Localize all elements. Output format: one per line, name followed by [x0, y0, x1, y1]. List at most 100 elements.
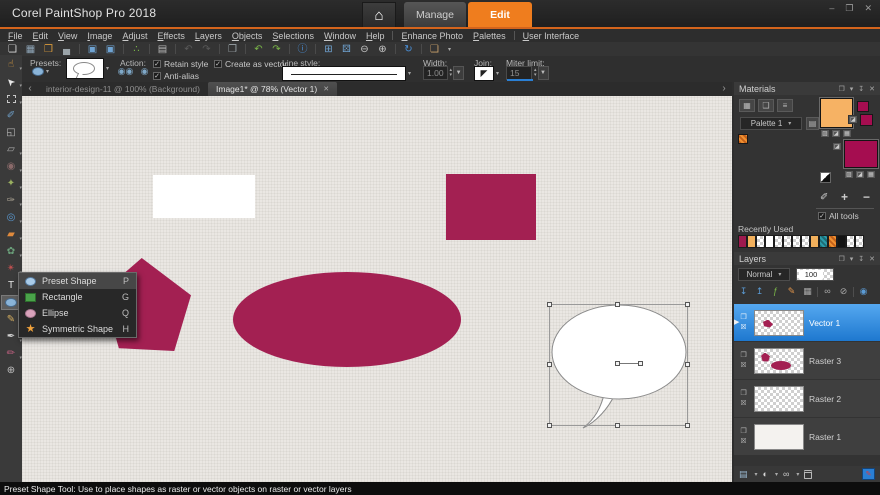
- hsl-map-view-icon[interactable]: ❑: [758, 99, 774, 112]
- menu-image[interactable]: Image: [82, 31, 117, 41]
- panel-menu-icon[interactable]: ▾: [850, 85, 854, 93]
- menu-selections[interactable]: Selections: [267, 31, 319, 41]
- new-layer-icon[interactable]: ▤: [739, 467, 748, 481]
- spinner-arrows-icon[interactable]: ▴▾: [534, 68, 537, 78]
- menu-item-preset-shape[interactable]: Preset Shape P: [19, 273, 136, 289]
- print-icon[interactable]: ▤: [156, 43, 169, 56]
- blend-mode-dropdown[interactable]: Normal ▾: [738, 268, 790, 281]
- texture-swatch[interactable]: [738, 134, 748, 144]
- fill-mini-swatch[interactable]: [860, 114, 873, 126]
- color-swatch[interactable]: [819, 235, 828, 248]
- new-layer-group-icon[interactable]: ƒ: [769, 285, 782, 298]
- stroke-mini-swatch[interactable]: [857, 101, 869, 112]
- close-icon[interactable]: ✕: [323, 85, 329, 93]
- layer-thumbnail[interactable]: [754, 424, 804, 450]
- pivot-handle[interactable]: [615, 361, 620, 366]
- all-tools-checkbox[interactable]: ✓ All tools: [818, 211, 859, 221]
- new-adjustment-layer-icon[interactable]: ◐: [763, 467, 768, 481]
- materials-panel-header[interactable]: Materials ❐ ▾ ↧ ✕: [734, 82, 880, 95]
- selection-handle[interactable]: [685, 302, 690, 307]
- delete-layer-icon[interactable]: [804, 470, 812, 479]
- selection-tool[interactable]: ▾: [1, 91, 21, 106]
- tab-scroll-left-icon[interactable]: ‹: [22, 82, 38, 96]
- presets-dropdown[interactable]: ▾: [32, 67, 49, 76]
- background-color-swatch[interactable]: [844, 140, 878, 168]
- color-swatch[interactable]: [828, 235, 837, 248]
- binoculars-icon[interactable]: ◉◉: [118, 66, 133, 77]
- copy-special-icon[interactable]: ❏: [428, 43, 441, 56]
- save-icon[interactable]: ▣: [86, 43, 99, 56]
- layer-thumbnail[interactable]: [754, 310, 804, 336]
- screen-capture-icon[interactable]: ❐: [226, 43, 239, 56]
- dropper-tool[interactable]: ✐: [1, 108, 21, 123]
- dropper-icon[interactable]: ✐: [820, 192, 828, 203]
- fg-color-button[interactable]: ▨: [820, 129, 830, 138]
- random-parameters-icon[interactable]: ⚄: [340, 43, 353, 56]
- clone-tool[interactable]: ✑▾: [1, 193, 21, 208]
- float-panel-icon[interactable]: ❐: [838, 85, 844, 93]
- new-mask-icon[interactable]: ∞: [783, 467, 789, 481]
- color-swatch[interactable]: [756, 235, 765, 248]
- miter-limit-spinner[interactable]: 15 ▴▾ ▼: [506, 66, 549, 80]
- link-toggle-icon[interactable]: ☒: [738, 400, 749, 407]
- zoom-in-icon[interactable]: ⊕: [376, 43, 389, 56]
- selection-handle[interactable]: [547, 423, 552, 428]
- home-button[interactable]: ⌂: [362, 2, 396, 27]
- menu-file[interactable]: File: [3, 31, 28, 41]
- color-swatch[interactable]: [792, 235, 801, 248]
- selection-handle[interactable]: [615, 423, 620, 428]
- sliders-view-icon[interactable]: ≡: [777, 99, 793, 112]
- visibility-icon[interactable]: ❒: [738, 390, 749, 397]
- join-dropdown[interactable]: ◤ ▾: [474, 66, 499, 81]
- selection-handle[interactable]: [685, 362, 690, 367]
- layer-row-raster-3[interactable]: ❒ ☒ Raster 3: [734, 342, 880, 379]
- pin-icon[interactable]: ↧: [858, 85, 864, 93]
- red-eye-tool[interactable]: ◉▾: [1, 159, 21, 174]
- close-icon[interactable]: ✕: [869, 255, 875, 263]
- pan-tool[interactable]: ☝▾: [1, 57, 21, 72]
- palette-dropdown[interactable]: Palette 1 ▾: [740, 117, 802, 130]
- menu-layers[interactable]: Layers: [190, 31, 227, 41]
- selection-brush-tool[interactable]: ◎▾: [1, 210, 21, 225]
- bg-pattern-button[interactable]: ▦: [866, 170, 876, 179]
- menu-item-rectangle[interactable]: Rectangle G: [19, 289, 136, 305]
- swap-mini-button[interactable]: ◪: [848, 115, 858, 124]
- palette-options-button[interactable]: ▤: [806, 117, 819, 130]
- color-swatch[interactable]: [747, 235, 756, 248]
- retain-style-checkbox[interactable]: ✓ Retain style: [153, 59, 208, 69]
- menu-enhance-photo[interactable]: Enhance Photo: [396, 31, 468, 41]
- close-icon[interactable]: ✕: [869, 85, 875, 93]
- pick-tool[interactable]: ➤▾: [1, 74, 21, 89]
- color-swatch[interactable]: [810, 235, 819, 248]
- crimson-rectangle-shape[interactable]: [446, 174, 536, 240]
- selection-handle[interactable]: [685, 423, 690, 428]
- menu-window[interactable]: Window: [319, 31, 361, 41]
- eraser-tool[interactable]: ▰▾: [1, 227, 21, 242]
- selection-handle[interactable]: [547, 302, 552, 307]
- bg-mini-button[interactable]: ◪: [832, 142, 842, 151]
- new-mask-layer-icon[interactable]: ▦: [801, 285, 814, 298]
- document-tab-image1[interactable]: Image1* @ 78% (Vector 1) ✕: [208, 82, 337, 96]
- bg-color-button[interactable]: ▨: [844, 170, 854, 179]
- menu-effects[interactable]: Effects: [152, 31, 189, 41]
- color-swatch[interactable]: [738, 235, 747, 248]
- opacity-slider[interactable]: 100: [796, 268, 834, 281]
- picture-tube-tool[interactable]: ✿▾: [1, 244, 21, 259]
- new-vector-layer-icon[interactable]: ↥: [753, 285, 766, 298]
- crop-tool[interactable]: ◱: [1, 125, 21, 140]
- layer-row-vector-1[interactable]: ▶ ❒ ☒ Vector 1: [734, 304, 880, 341]
- link-layers-icon[interactable]: ∞: [821, 285, 834, 298]
- spinner-arrows-icon[interactable]: ▴▾: [450, 68, 453, 78]
- eye-icon[interactable]: ◉: [137, 66, 152, 77]
- fg-pattern-button[interactable]: ▦: [842, 129, 852, 138]
- link-toggle-icon[interactable]: ☒: [738, 324, 749, 331]
- miter-flyout-button[interactable]: ▼: [538, 66, 549, 80]
- rotation-handle[interactable]: [638, 361, 643, 366]
- resize-icon[interactable]: ⊞: [322, 43, 335, 56]
- redo-icon[interactable]: ↷: [270, 43, 283, 56]
- workspace-tab-edit[interactable]: Edit: [468, 2, 532, 27]
- open-icon[interactable]: ❒: [42, 43, 55, 56]
- restore-button[interactable]: ❐: [845, 3, 853, 14]
- color-swatch[interactable]: [774, 235, 783, 248]
- layer-thumbnail[interactable]: [754, 386, 804, 412]
